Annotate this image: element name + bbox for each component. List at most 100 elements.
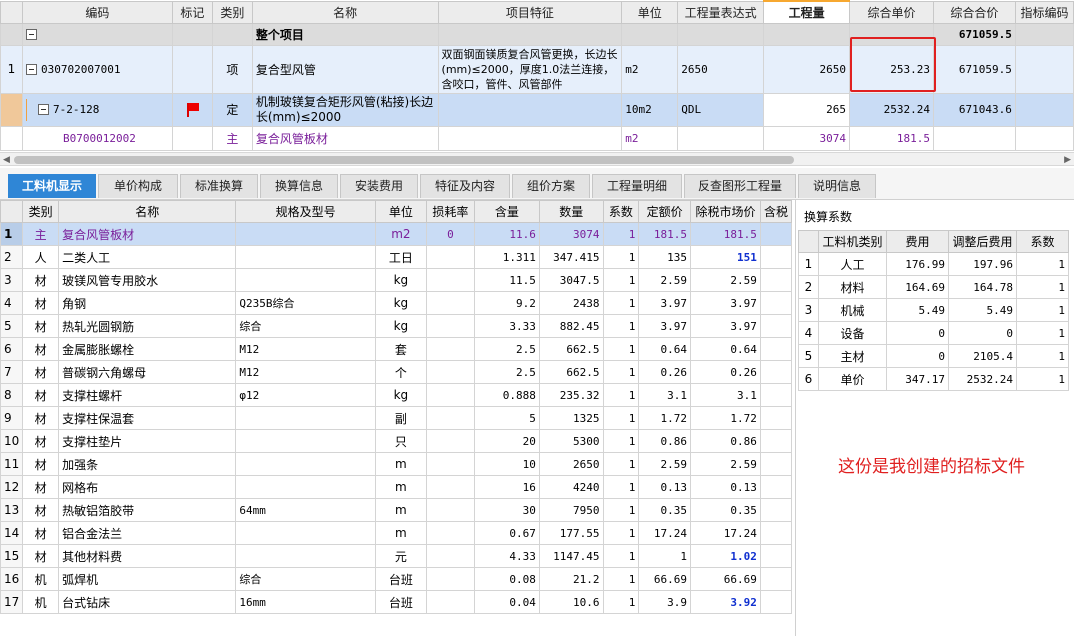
- cell-coef[interactable]: 1: [602, 245, 640, 269]
- item-row-name[interactable]: 复合型风管: [251, 44, 439, 94]
- cell-market-price[interactable]: 3.1: [690, 383, 761, 407]
- cell-name[interactable]: 热轧光圆钢筋: [58, 314, 237, 338]
- cell-quota-price[interactable]: 3.97: [638, 314, 691, 338]
- table-row[interactable]: 11 材加强条 m 10 2650 1 2.59 2.59: [0, 452, 792, 476]
- cell-name[interactable]: 网格布: [58, 475, 237, 499]
- cell-cat[interactable]: 材: [22, 314, 60, 338]
- col-header-quota-price[interactable]: 定额价: [638, 200, 691, 223]
- cell-cat[interactable]: 材: [22, 291, 60, 315]
- tab-unit-price-composition[interactable]: 单价构成: [98, 174, 178, 198]
- table-row[interactable]: 10 材支撑柱垫片只 20 5300 1 0.86 0.86: [0, 429, 792, 453]
- cell-coef[interactable]: 1: [1016, 275, 1069, 299]
- cell-loss[interactable]: [426, 429, 475, 453]
- cell-quota-price[interactable]: 2.59: [638, 268, 691, 292]
- cell-cat[interactable]: 机: [22, 567, 60, 591]
- cell-market-price[interactable]: 3.97: [690, 291, 761, 315]
- cell-spec[interactable]: 16mm: [235, 590, 376, 614]
- cell-cat[interactable]: 材: [22, 521, 60, 545]
- cell-name[interactable]: 支撑柱垫片: [58, 429, 237, 453]
- col-header-code[interactable]: 编码: [21, 0, 173, 24]
- scrollbar-thumb[interactable]: [14, 156, 794, 164]
- cell-qty[interactable]: 347.415: [538, 245, 604, 269]
- cell-coef[interactable]: 1: [602, 222, 640, 246]
- table-row[interactable]: 1 人工 176.99 197.96 1: [798, 252, 1069, 276]
- cell-cat[interactable]: 材: [22, 268, 60, 292]
- col-header-coefficient[interactable]: 系数: [1016, 230, 1069, 253]
- cell-market-price[interactable]: 0.86: [690, 429, 761, 453]
- col-header-unit[interactable]: 单位: [374, 200, 428, 223]
- tab-features[interactable]: 特征及内容: [420, 174, 510, 198]
- col-header-spec[interactable]: 规格及型号: [235, 200, 376, 223]
- cell-content[interactable]: 4.33: [473, 544, 540, 568]
- item-row-expression[interactable]: 2650: [677, 44, 765, 94]
- cell-name[interactable]: 玻镁风管专用胶水: [58, 268, 237, 292]
- cell-coef[interactable]: 1: [602, 498, 640, 522]
- table-row[interactable]: 12 材网格布 m 16 4240 1 0.13 0.13: [0, 475, 792, 499]
- cell-adj[interactable]: 5.49: [948, 298, 1017, 322]
- tab-install-fee[interactable]: 安装费用: [340, 174, 418, 198]
- main-row-unit-price[interactable]: 181.5: [849, 125, 934, 151]
- cell-unit[interactable]: m: [374, 452, 428, 476]
- horizontal-scrollbar[interactable]: ◀ ▶: [0, 152, 1074, 166]
- col-header-content[interactable]: 含量: [473, 200, 540, 223]
- cell-market-price[interactable]: 0.26: [690, 360, 761, 384]
- col-header-total-price[interactable]: 综合合价: [932, 0, 1016, 24]
- cell-fee[interactable]: 0: [886, 344, 949, 368]
- cell-fee[interactable]: 164.69: [886, 275, 949, 299]
- col-header-index-code[interactable]: 指标编码: [1014, 0, 1074, 24]
- cell-qty[interactable]: 1147.45: [538, 544, 604, 568]
- main-row-unit[interactable]: m2: [621, 125, 679, 151]
- cell-content[interactable]: 11.6: [473, 222, 540, 246]
- main-row-quantity[interactable]: 3074: [763, 125, 851, 151]
- cell-quota-price[interactable]: 2.59: [638, 452, 691, 476]
- tab-graphic-quantity[interactable]: 反查图形工程量: [684, 174, 796, 198]
- cell-fee[interactable]: 176.99: [886, 252, 949, 276]
- cell-content[interactable]: 30: [473, 498, 540, 522]
- cell-content[interactable]: 2.5: [473, 337, 540, 361]
- tab-resources[interactable]: 工料机显示: [8, 174, 96, 198]
- cell-spec[interactable]: [235, 544, 376, 568]
- cell-qty[interactable]: 4240: [538, 475, 604, 499]
- col-header-feature[interactable]: 项目特征: [437, 0, 623, 24]
- col-header-qty[interactable]: 数量: [538, 200, 604, 223]
- table-row[interactable]: 2 人二类人工 工日 1.311 347.415 1 135 151: [0, 245, 792, 269]
- cell-quota-price[interactable]: 3.1: [638, 383, 691, 407]
- cell-coef[interactable]: 1: [602, 314, 640, 338]
- cell-qty[interactable]: 2438: [538, 291, 604, 315]
- tab-pricing-scheme[interactable]: 组价方案: [512, 174, 590, 198]
- cell-loss[interactable]: [426, 567, 475, 591]
- cell-unit[interactable]: 台班: [374, 590, 428, 614]
- cell-cat[interactable]: 材: [22, 498, 60, 522]
- quota-row-name[interactable]: 机制玻镁复合矩形风管(粘接)长边长(mm)≤2000: [251, 92, 439, 127]
- main-row-name[interactable]: 复合风管板材: [251, 125, 439, 151]
- cell-loss[interactable]: [426, 406, 475, 430]
- cell-name[interactable]: 加强条: [58, 452, 237, 476]
- cell-coef[interactable]: 1: [602, 291, 640, 315]
- cell-loss[interactable]: [426, 268, 475, 292]
- col-header-name[interactable]: 名称: [58, 200, 237, 223]
- quota-row-expression[interactable]: QDL: [677, 92, 765, 127]
- cell-name[interactable]: 其他材料费: [58, 544, 237, 568]
- cell-content[interactable]: 10: [473, 452, 540, 476]
- col-header-adjusted-fee[interactable]: 调整后费用: [948, 230, 1017, 253]
- col-header-unit[interactable]: 单位: [621, 0, 679, 24]
- cell-unit[interactable]: kg: [374, 314, 428, 338]
- table-row[interactable]: 4 材角钢 Q235B综合 kg 9.2 2438 1 3.97 3.97: [0, 291, 792, 315]
- table-row[interactable]: 6 材金属膨胀螺栓 M12 套 2.5 662.5 1 0.64 0.64: [0, 337, 792, 361]
- table-row[interactable]: 9 材支撑柱保温套副 5 1325 1 1.72 1.72: [0, 406, 792, 430]
- cell-spec[interactable]: [235, 268, 376, 292]
- cell-spec[interactable]: Q235B综合: [235, 291, 376, 315]
- tab-quantity-detail[interactable]: 工程量明细: [592, 174, 682, 198]
- col-header-name[interactable]: 名称: [251, 0, 439, 24]
- table-row[interactable]: 3 材玻镁风管专用胶水 kg 11.5 3047.5 1 2.59 2.59: [0, 268, 792, 292]
- cell-loss[interactable]: [426, 544, 475, 568]
- cell-qty[interactable]: 662.5: [538, 360, 604, 384]
- cell-market-price[interactable]: 17.24: [690, 521, 761, 545]
- cell-cat[interactable]: 材: [22, 544, 60, 568]
- cell-qty[interactable]: 3047.5: [538, 268, 604, 292]
- cell-name[interactable]: 普碳钢六角螺母: [58, 360, 237, 384]
- cell-loss[interactable]: [426, 291, 475, 315]
- cell-coef[interactable]: 1: [1016, 298, 1069, 322]
- cell-qty[interactable]: 10.6: [538, 590, 604, 614]
- item-row-quantity[interactable]: 2650: [763, 44, 851, 94]
